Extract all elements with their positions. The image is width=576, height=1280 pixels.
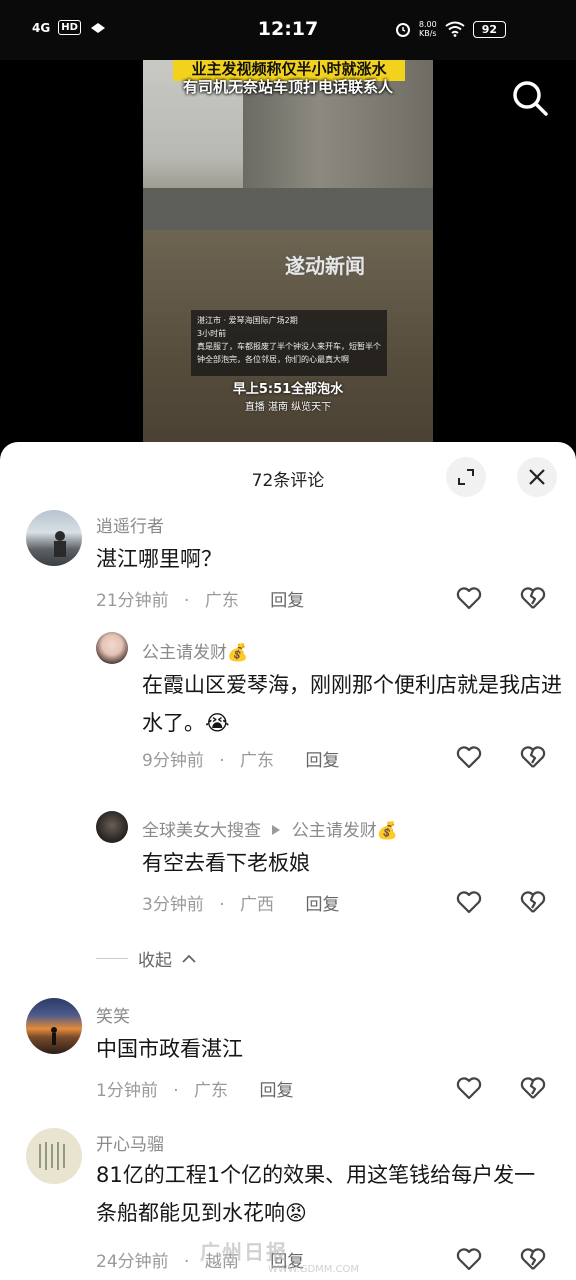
dislike-broken-heart-icon[interactable] [519, 584, 547, 612]
dislike-broken-heart-icon[interactable] [519, 1074, 547, 1102]
comment-text: 中国市政看湛江 [96, 1037, 243, 1061]
like-heart-icon[interactable] [455, 584, 483, 612]
comment-item: 逍遥行者 湛江哪里啊？ 21分钟前 · 广东 回复 [0, 508, 576, 618]
avatar[interactable] [26, 510, 82, 566]
bottom-watermark: 广州日报 [200, 1240, 288, 1264]
meta-separator: · [184, 591, 190, 611]
comment-author[interactable]: 笑笑 [96, 1002, 130, 1027]
location-time: 3小时前 [197, 329, 227, 338]
comment-meta: 1分钟前 · 广东 回复 [96, 1076, 293, 1101]
expand-button[interactable] [446, 457, 486, 497]
location-body: 真是服了，车都报废了半个钟没人来开车，短暂半个钟全部泡完，各位邻居，你们的心最真… [197, 342, 381, 364]
battery-indicator: 92 [472, 20, 506, 38]
video-location-card: 湛江市 · 爱琴海国际广场2期 3小时前 真是服了，车都报废了半个钟没人来开车，… [191, 310, 387, 376]
collapse-label: 收起 [138, 951, 172, 971]
comment-time: 24分钟前 [96, 1252, 169, 1272]
divider [96, 958, 128, 959]
avatar[interactable] [26, 998, 82, 1054]
meta-separator: · [219, 895, 225, 915]
comment-author[interactable]: 逍遥行者 [96, 512, 164, 537]
avatar[interactable] [96, 632, 128, 664]
like-heart-icon[interactable] [455, 743, 483, 771]
video-mall [143, 188, 433, 230]
reply-button[interactable]: 回复 [305, 895, 339, 915]
comment-time: 1分钟前 [96, 1081, 158, 1101]
comment-time: 9分钟前 [142, 751, 204, 771]
comment-text: 湛江哪里啊？ [96, 547, 222, 571]
avatar-person-image [54, 531, 66, 557]
bottom-watermark-url: WWW.GDMM.COM [268, 1264, 360, 1275]
reply-item: 全球美女大搜查 公主请发财💰 有空去看下老板娘 3分钟前 · 广西 回复 [0, 810, 576, 920]
reply-item: 公主请发财💰 在霞山区爱琴海，刚刚那个便利店就是我店进水了。😭 9分钟前 · 广… [0, 632, 576, 782]
expand-icon [458, 469, 474, 485]
like-heart-icon[interactable] [455, 888, 483, 916]
meta-separator: · [184, 1252, 190, 1272]
comment-meta: 3分钟前 · 广西 回复 [142, 890, 339, 915]
reply-button[interactable]: 回复 [259, 1081, 293, 1101]
comment-item: 笑笑 中国市政看湛江 1分钟前 · 广东 回复 [0, 998, 576, 1108]
dislike-broken-heart-icon[interactable] [519, 743, 547, 771]
comment-meta: 9分钟前 · 广东 回复 [142, 746, 339, 771]
avatar[interactable] [96, 811, 128, 843]
alarm-icon [395, 23, 410, 37]
close-icon [529, 469, 545, 485]
comment-region: 广东 [204, 591, 239, 611]
close-button[interactable] [517, 457, 557, 497]
like-heart-icon[interactable] [455, 1074, 483, 1102]
wifi-icon [445, 21, 465, 37]
meta-separator: · [219, 751, 225, 771]
avatar-text-image [39, 1142, 65, 1170]
status-bar: 4G HD 12:17 8.00 KB/s 92 [0, 0, 576, 60]
meta-separator: · [173, 1081, 179, 1101]
comment-region: 广东 [240, 751, 275, 771]
comment-meta: 21分钟前 · 广东 回复 [96, 586, 304, 611]
comment-count-title: 72条评论 [251, 471, 325, 491]
comment-sheet: 72条评论 逍遥行者 湛江哪里啊？ 21分钟前 · 广东 回复 公主请发财💰 在… [0, 442, 576, 1280]
comment-time: 21分钟前 [96, 591, 169, 611]
chevron-up-icon [182, 954, 196, 963]
comment-region: 广西 [240, 895, 275, 915]
dislike-broken-heart-icon[interactable] [519, 888, 547, 916]
reply-button[interactable]: 回复 [305, 751, 339, 771]
video-caption-sub: 有司机无奈站车顶打电话联系人 [182, 78, 393, 96]
video-watermark: 遂动新闻 [285, 254, 365, 278]
reply-arrow-icon [272, 825, 281, 835]
comment-author[interactable]: 公主请发财💰 [142, 638, 248, 663]
avatar[interactable] [26, 1128, 82, 1184]
status-right: 8.00 KB/s 92 [395, 20, 506, 38]
comment-author[interactable]: 全球美女大搜查 公主请发财💰 [142, 816, 398, 841]
avatar-person-image [51, 1027, 57, 1045]
comment-text: 在霞山区爱琴海，刚刚那个便利店就是我店进水了。😭 [142, 673, 562, 735]
net-speed: 8.00 KB/s [418, 20, 437, 38]
comment-time: 3分钟前 [142, 895, 204, 915]
video-player[interactable]: 业主发视频称仅半小时就涨水 有司机无奈站车顶打电话联系人 遂动新闻 湛江市 · … [0, 60, 576, 460]
collapse-replies-button[interactable]: 收起 [96, 946, 196, 971]
comment-text: 有空去看下老板娘 [142, 851, 310, 875]
like-heart-icon[interactable] [455, 1245, 483, 1273]
comment-item: 开心马骝 81亿的工程1个亿的效果、用这笔钱给每户发一条船都能见到水花响😡 24… [0, 1126, 576, 1280]
reply-button[interactable]: 回复 [270, 591, 304, 611]
search-button[interactable] [510, 78, 550, 118]
video-frame[interactable]: 业主发视频称仅半小时就涨水 有司机无奈站车顶打电话联系人 遂动新闻 湛江市 · … [143, 60, 433, 445]
search-icon [513, 81, 548, 116]
comment-region: 广东 [194, 1081, 229, 1101]
comment-text: 81亿的工程1个亿的效果、用这笔钱给每户发一条船都能见到水花响😡 [96, 1163, 536, 1225]
video-caption-footer: 直播 湛南 纵览天下 [244, 402, 332, 413]
dislike-broken-heart-icon[interactable] [519, 1245, 547, 1273]
reply-target[interactable]: 公主请发财💰 [292, 821, 398, 841]
location-text: 湛江市 · 爱琴海国际广场2期 [197, 316, 298, 325]
comment-author[interactable]: 开心马骝 [96, 1130, 164, 1155]
video-caption-bottom: 早上5:51全部泡水 [232, 382, 344, 397]
